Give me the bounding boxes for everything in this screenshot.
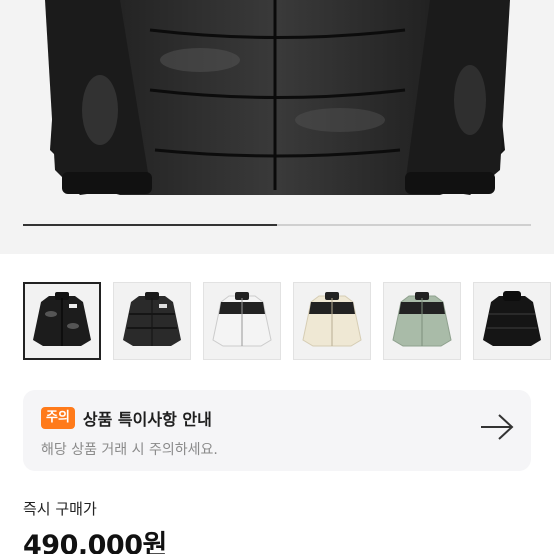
thumb-black-matte[interactable] xyxy=(113,282,191,360)
notice-title: 상품 특이사항 안내 xyxy=(82,410,212,429)
jacket-thumb-icon xyxy=(483,291,541,346)
notice-subtitle: 해당 상품 거래 시 주의하세요. xyxy=(41,442,218,458)
product-notice-banner[interactable]: 주의 상품 특이사항 안내 해당 상품 거래 시 주의하세요. xyxy=(23,390,531,471)
jacket-thumb-icon xyxy=(392,292,452,347)
jacket-thumb-icon xyxy=(302,292,362,347)
thumbnail-strip xyxy=(23,282,554,362)
jacket-thumb-icon xyxy=(212,292,272,347)
jacket-thumb-icon xyxy=(33,292,91,346)
instant-purchase-label: 즉시 구매가 xyxy=(23,500,97,518)
thumb-white-black[interactable] xyxy=(203,282,281,360)
gallery-progress-track xyxy=(23,224,531,226)
product-image-hero[interactable] xyxy=(0,0,554,254)
caution-badge: 주의 xyxy=(41,407,75,429)
puffer-jacket-image xyxy=(45,0,510,195)
thumb-black-back[interactable] xyxy=(473,282,551,360)
thumb-black-glossy-front[interactable] xyxy=(23,282,101,360)
instant-purchase-price: 490,000원 xyxy=(23,530,167,554)
thumb-cream-black[interactable] xyxy=(293,282,371,360)
jacket-thumb-icon xyxy=(123,292,181,346)
thumb-sage-black[interactable] xyxy=(383,282,461,360)
arrow-right-icon[interactable] xyxy=(479,412,515,446)
gallery-progress-fill xyxy=(23,224,277,226)
